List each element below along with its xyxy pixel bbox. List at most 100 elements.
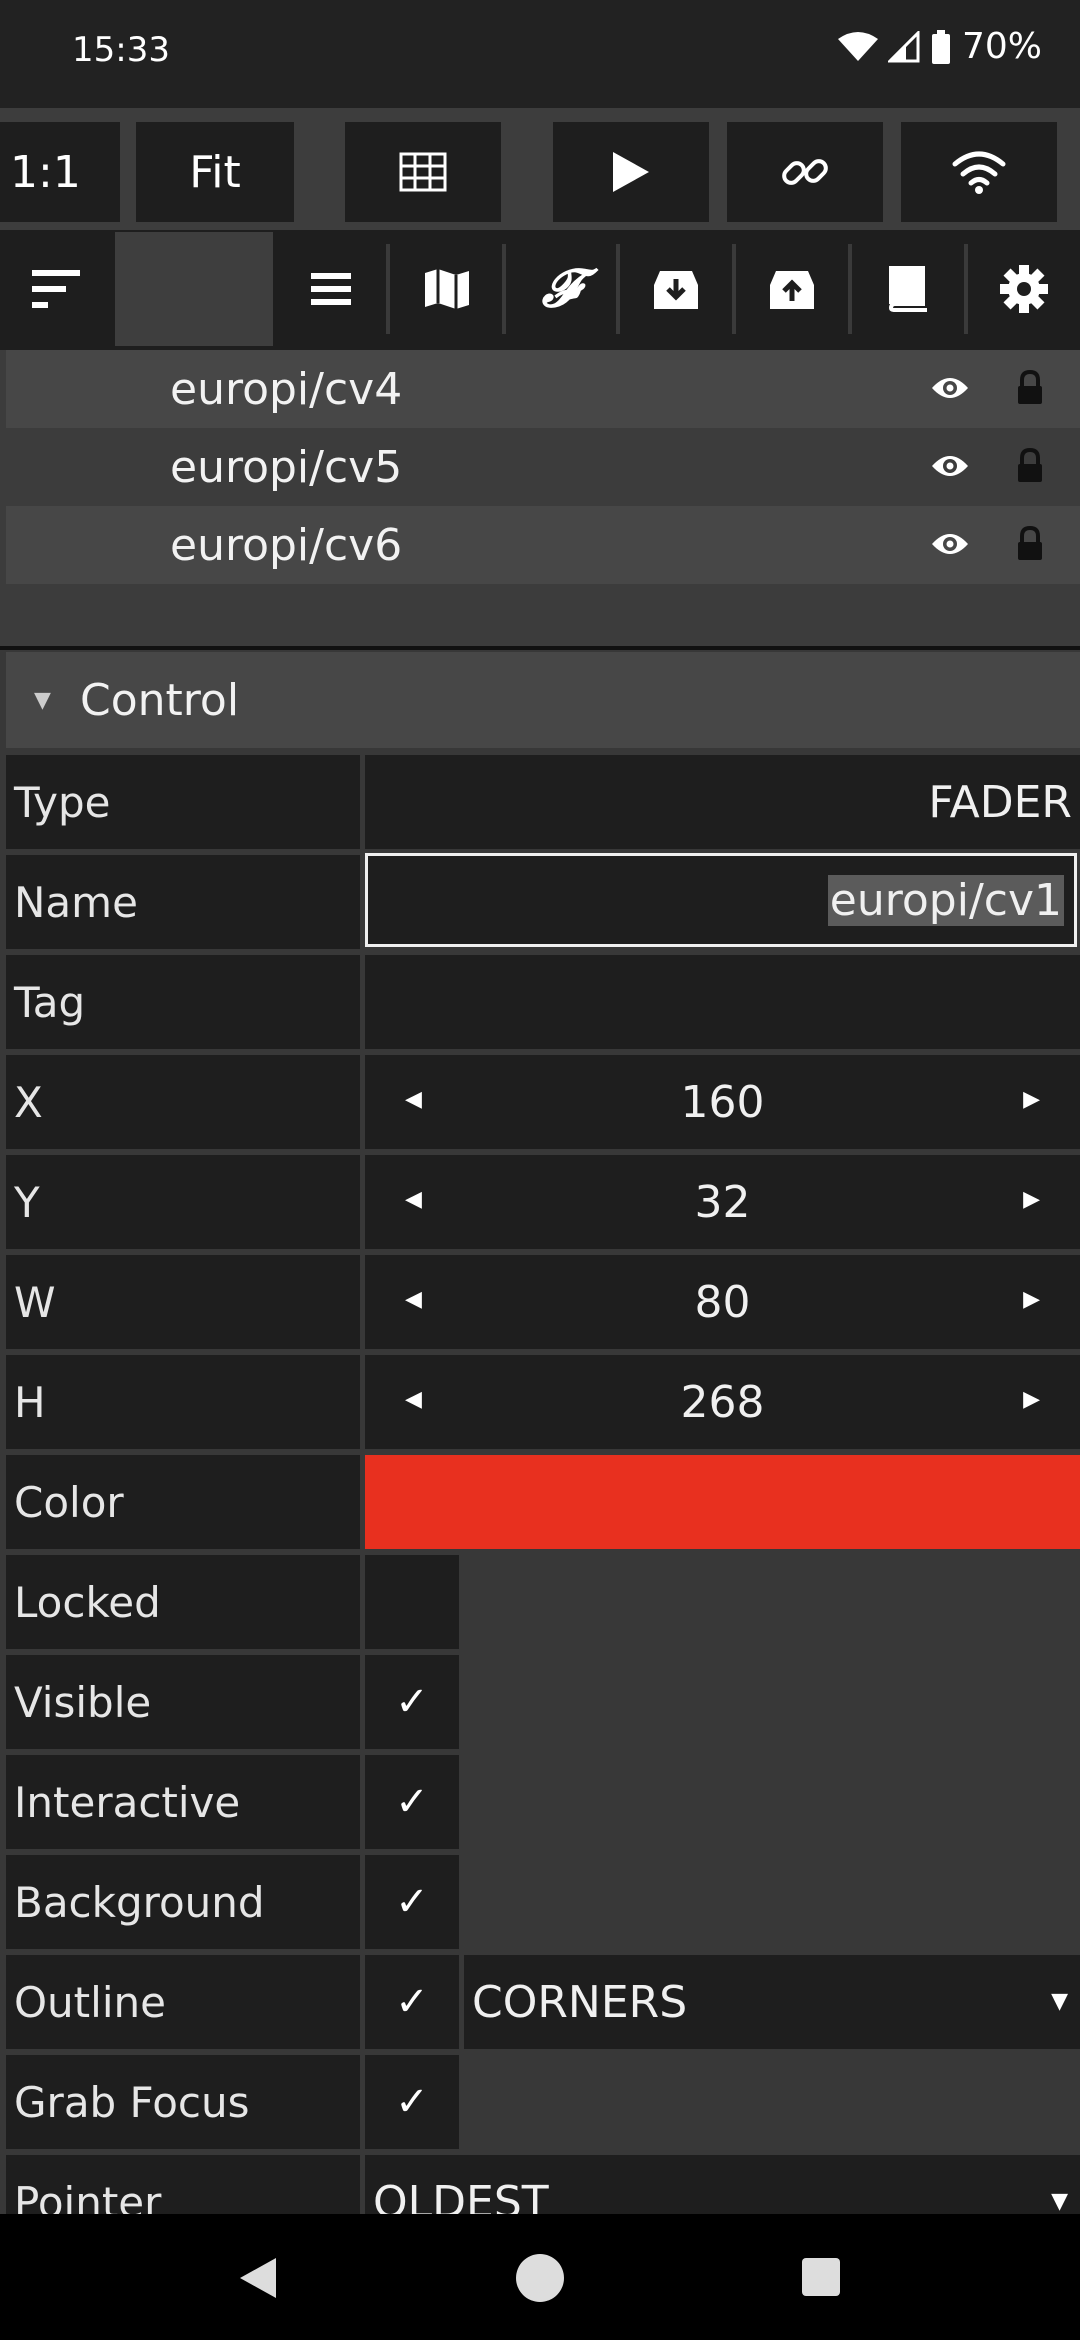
home-icon[interactable] <box>514 2252 566 2304</box>
section-header-control[interactable]: ▼ Control <box>6 652 1080 748</box>
name-field[interactable]: europi/cv1 <box>365 853 1077 947</box>
fit-button[interactable]: Fit <box>136 122 294 222</box>
map-icon <box>425 269 469 309</box>
function-button[interactable]: 𝓕 <box>506 230 616 348</box>
y-label: Y <box>6 1155 360 1249</box>
back-icon[interactable] <box>236 2254 280 2302</box>
visible-checkbox[interactable]: ✓ <box>365 1655 459 1749</box>
lock-icon[interactable] <box>1016 448 1044 484</box>
type-label: Type <box>6 755 360 849</box>
w-label: W <box>6 1255 360 1349</box>
map-button[interactable] <box>392 230 502 348</box>
checkmark-icon: ✓ <box>395 1979 429 2025</box>
section-title: Control <box>80 674 240 726</box>
docs-button[interactable] <box>852 230 964 348</box>
sort-icon <box>32 270 80 308</box>
link-icon <box>782 159 828 185</box>
eye-icon[interactable] <box>930 530 970 558</box>
y-stepper[interactable]: ◀ 32 ▶ <box>365 1155 1080 1249</box>
outline-checkbox[interactable]: ✓ <box>365 1955 459 2049</box>
locked-checkbox[interactable] <box>365 1555 459 1649</box>
zoom-1-1-button[interactable]: 1:1 <box>0 122 120 222</box>
layer-name: europi/cv6 <box>170 519 403 571</box>
checkmark-icon: ✓ <box>395 1679 429 1725</box>
decrement-arrow-icon[interactable]: ◀ <box>405 1287 422 1312</box>
list-item[interactable]: europi/cv6 <box>6 506 1080 584</box>
status-bar: 15:33 70% <box>0 0 1080 108</box>
inbox-download-icon <box>654 271 698 309</box>
w-value: 80 <box>694 1276 751 1328</box>
increment-arrow-icon[interactable]: ▶ <box>1023 1187 1040 1212</box>
grid-icon <box>399 152 447 192</box>
export-button[interactable] <box>736 230 848 348</box>
color-label: Color <box>6 1455 360 1549</box>
settings-button[interactable] <box>968 230 1080 348</box>
background-checkbox[interactable]: ✓ <box>365 1855 459 1949</box>
system-nav-bar <box>0 2214 1080 2340</box>
decrement-arrow-icon[interactable]: ◀ <box>405 1187 422 1212</box>
play-button[interactable] <box>553 122 709 222</box>
name-field-value: europi/cv1 <box>827 874 1064 926</box>
tag-field[interactable] <box>365 955 1080 1049</box>
background-label: Background <box>6 1855 360 1949</box>
outline-style-value: CORNERS <box>472 1976 688 2028</box>
wifi-button[interactable] <box>901 122 1057 222</box>
outline-style-select[interactable]: CORNERS ▼ <box>464 1955 1080 2049</box>
list-item[interactable]: europi/cv4 <box>6 350 1080 428</box>
visible-label: Visible <box>6 1655 360 1749</box>
lock-icon[interactable] <box>1016 370 1044 406</box>
cell-signal-icon <box>887 30 920 62</box>
link-button[interactable] <box>727 122 883 222</box>
type-value: FADER <box>365 755 1080 849</box>
battery-icon <box>931 29 950 64</box>
inbox-upload-icon <box>770 271 814 309</box>
color-swatch[interactable] <box>365 1455 1080 1549</box>
gear-icon <box>1000 265 1048 313</box>
interactive-label: Interactive <box>6 1755 360 1849</box>
x-value: 160 <box>680 1076 765 1128</box>
divider <box>0 646 1080 650</box>
grid-button[interactable] <box>345 122 501 222</box>
decrement-arrow-icon[interactable]: ◀ <box>405 1087 422 1112</box>
checkmark-icon: ✓ <box>395 1879 429 1925</box>
increment-arrow-icon[interactable]: ▶ <box>1023 1087 1040 1112</box>
battery-percent: 70% <box>961 26 1042 67</box>
checkmark-icon: ✓ <box>395 1779 429 1825</box>
lock-icon[interactable] <box>1016 526 1044 562</box>
list-icon <box>311 273 351 305</box>
h-stepper[interactable]: ◀ 268 ▶ <box>365 1355 1080 1449</box>
wifi-status-icon <box>837 31 878 61</box>
function-icon: 𝓕 <box>541 258 581 319</box>
selected-tab-empty[interactable] <box>115 232 273 346</box>
separator <box>386 244 390 334</box>
h-value: 268 <box>680 1376 765 1428</box>
list-button[interactable] <box>280 230 382 348</box>
collapse-icon: ▼ <box>34 687 51 713</box>
w-stepper[interactable]: ◀ 80 ▶ <box>365 1255 1080 1349</box>
checkmark-icon: ✓ <box>395 2079 429 2125</box>
y-value: 32 <box>694 1176 751 1228</box>
outline-label: Outline <box>6 1955 360 2049</box>
increment-arrow-icon[interactable]: ▶ <box>1023 1287 1040 1312</box>
increment-arrow-icon[interactable]: ▶ <box>1023 1387 1040 1412</box>
import-button[interactable] <box>620 230 732 348</box>
layer-name: europi/cv5 <box>170 441 403 493</box>
interactive-checkbox[interactable]: ✓ <box>365 1755 459 1849</box>
decrement-arrow-icon[interactable]: ◀ <box>405 1387 422 1412</box>
top-toolbar: 1:1 Fit <box>0 108 1080 230</box>
play-icon <box>613 152 649 192</box>
layer-name: europi/cv4 <box>170 363 403 415</box>
wifi-icon <box>952 151 1006 194</box>
eye-icon[interactable] <box>930 452 970 480</box>
tag-label: Tag <box>6 955 360 1049</box>
x-stepper[interactable]: ◀ 160 ▶ <box>365 1055 1080 1149</box>
editor-toolbar: 𝓕 <box>0 230 1080 350</box>
x-label: X <box>6 1055 360 1149</box>
sort-button[interactable] <box>0 230 112 348</box>
grab-focus-label: Grab Focus <box>6 2055 360 2149</box>
list-item[interactable]: europi/cv5 <box>6 428 1080 506</box>
grab-focus-checkbox[interactable]: ✓ <box>365 2055 459 2149</box>
eye-icon[interactable] <box>930 374 970 402</box>
locked-label: Locked <box>6 1555 360 1649</box>
recents-icon[interactable] <box>800 2256 842 2298</box>
